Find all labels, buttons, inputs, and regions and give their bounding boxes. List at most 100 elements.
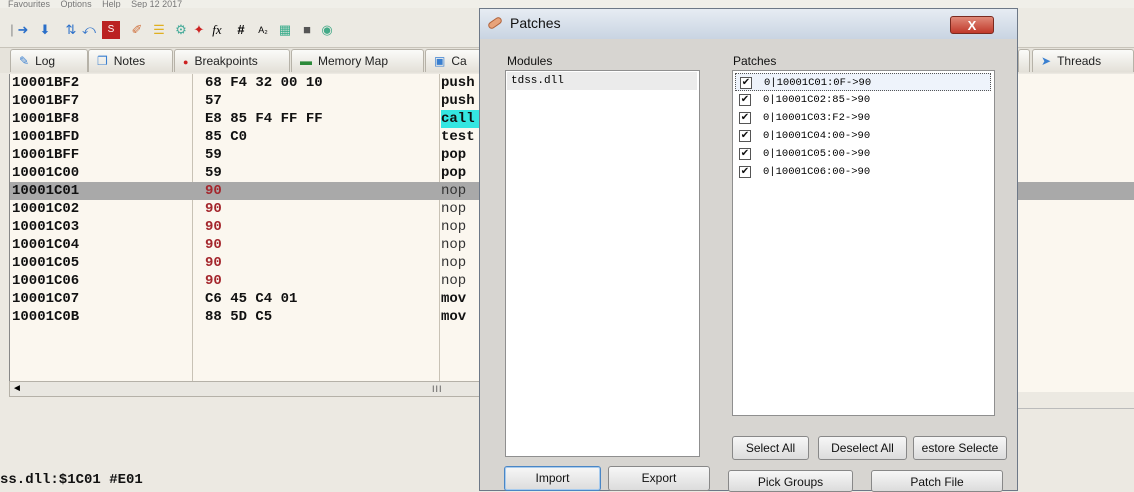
address-cell: 10001C04	[12, 237, 80, 253]
patch-label: 0|10001C05:00->90	[763, 148, 871, 160]
hash-icon[interactable]: #	[232, 21, 250, 39]
bytes-cell: 59	[205, 165, 222, 181]
menu-favourites[interactable]: Favourites	[8, 0, 50, 8]
bytes-cell: 90	[205, 183, 222, 199]
patch-checkbox[interactable]: ✔	[739, 94, 751, 106]
address-cell: 10001C00	[12, 165, 80, 181]
address-cell: 10001C03	[12, 219, 80, 235]
label-icon[interactable]: ⚙	[172, 21, 190, 39]
tab-notes[interactable]: ❐ Notes	[88, 49, 173, 72]
notes-icon: ❐	[97, 54, 108, 68]
address-cell: 10001C07	[12, 291, 80, 307]
address-cell: 10001C06	[12, 273, 80, 289]
patch-label: 0|10001C06:00->90	[763, 166, 871, 178]
font-icon[interactable]: A₂	[254, 21, 272, 39]
horizontal-scrollbar[interactable]: ◄ III	[9, 381, 484, 397]
panel-divider	[1018, 392, 1134, 409]
run-to-user-icon[interactable]: ⇅	[62, 21, 80, 39]
pick-groups-button[interactable]: Pick Groups	[728, 470, 853, 492]
bytes-cell: 88 5D C5	[205, 309, 273, 325]
menu-options[interactable]: Options	[61, 0, 92, 8]
patch-item[interactable]: ✔ 0|10001C06:00->90	[735, 163, 991, 181]
tab-log-label: Log	[35, 54, 56, 68]
tab-hidden[interactable]	[1018, 49, 1030, 72]
patch-label: 0|10001C02:85->90	[763, 94, 871, 106]
patch-checkbox[interactable]: ✔	[739, 112, 751, 124]
menu-bar: Favourites Options Help Sep 12 2017	[0, 0, 1134, 8]
patch-icon[interactable]: ✐	[128, 21, 146, 39]
bytes-cell: 57	[205, 93, 222, 109]
patch-file-button[interactable]: Patch File	[871, 470, 1003, 492]
tab-breakpoints-label: Breakpoints	[194, 54, 258, 68]
address-cell: 10001BF8	[12, 111, 80, 127]
patch-icon	[488, 17, 502, 29]
scroll-left-arrow-icon[interactable]: ◄	[12, 382, 22, 396]
address-cell: 10001BFD	[12, 129, 80, 145]
trace-icon[interactable]: S	[102, 21, 120, 39]
bytes-cell: 90	[205, 201, 222, 217]
comment-icon[interactable]: ☰	[150, 21, 168, 39]
tab-memory-map[interactable]: ▬ Memory Map	[291, 49, 424, 72]
build-date: Sep 12 2017	[131, 0, 183, 8]
menu-help[interactable]: Help	[102, 0, 121, 8]
modules-list[interactable]: tdss.dll	[505, 70, 700, 457]
patch-checkbox[interactable]: ✔	[739, 130, 751, 142]
settings-icon[interactable]: ◉	[318, 21, 336, 39]
patch-item[interactable]: ✔ 0|10001C03:F2->90	[735, 109, 991, 127]
calculator-icon[interactable]: ■	[298, 21, 316, 39]
bytes-cell: E8 85 F4 FF FF	[205, 111, 323, 127]
bytes-cell: 59	[205, 147, 222, 163]
bookmark-icon[interactable]: ✦	[190, 21, 208, 39]
select-all-button[interactable]: Select All	[732, 436, 809, 460]
import-button[interactable]: Import	[504, 466, 601, 491]
restore-selected-button[interactable]: estore Selecte	[913, 436, 1007, 460]
dialog-titlebar[interactable]: Patches X	[480, 9, 1017, 39]
deselect-all-button[interactable]: Deselect All	[818, 436, 907, 460]
arrow-right-icon[interactable]: ➜	[14, 21, 32, 39]
dialog-title: Patches	[510, 15, 561, 31]
patches-dialog: Patches X Modules tdss.dll Patches ✔ 0|10…	[479, 8, 1018, 492]
tab-notes-label: Notes	[113, 54, 146, 68]
tab-breakpoints[interactable]: ● Breakpoints	[174, 49, 290, 72]
bytes-cell: 85 C0	[205, 129, 248, 145]
threads-icon: ➤	[1041, 54, 1052, 68]
tab-call-stack[interactable]: ▣ Ca	[425, 49, 485, 72]
address-cell: 10001C05	[12, 255, 80, 271]
goto-icon[interactable]: ⤺	[80, 21, 98, 39]
bytes-cell: C6 45 C4 01	[205, 291, 298, 307]
modules-label: Modules	[507, 54, 553, 68]
breakpoint-dot-icon: ●	[183, 57, 189, 67]
patch-label: 0|10001C01:0F->90	[764, 77, 872, 89]
patch-label: 0|10001C04:00->90	[763, 130, 871, 142]
module-item[interactable]: tdss.dll	[507, 72, 697, 90]
patches-label: Patches	[733, 54, 777, 68]
patch-item[interactable]: ✔ 0|10001C02:85->90	[735, 91, 991, 109]
bytes-cell: 68 F4 32 00 10	[205, 75, 323, 91]
highlight-icon[interactable]: ▦	[276, 21, 294, 39]
address-cell: 10001C01	[12, 183, 80, 199]
address-cell: 10001BF2	[12, 75, 80, 91]
patch-checkbox[interactable]: ✔	[739, 148, 751, 160]
memory-map-icon: ▬	[300, 54, 312, 68]
function-icon[interactable]: fx	[208, 21, 226, 39]
patch-checkbox[interactable]: ✔	[739, 166, 751, 178]
export-button[interactable]: Export	[608, 466, 710, 491]
address-cell: 10001BF7	[12, 93, 80, 109]
patch-label: 0|10001C03:F2->90	[763, 112, 871, 124]
tab-log[interactable]: ✎ Log	[10, 49, 88, 72]
bytes-cell: 90	[205, 255, 222, 271]
tab-memory-map-label: Memory Map	[318, 54, 389, 68]
arrow-down-icon[interactable]: ⬇	[36, 21, 54, 39]
patch-item[interactable]: ✔ 0|10001C05:00->90	[735, 145, 991, 163]
patch-item[interactable]: ✔ 0|10001C04:00->90	[735, 127, 991, 145]
tab-call-stack-label: Ca	[451, 54, 467, 68]
log-icon: ✎	[19, 54, 30, 68]
call-stack-icon: ▣	[434, 54, 446, 68]
tab-threads-label: Threads	[1057, 54, 1102, 68]
close-button[interactable]: X	[950, 16, 994, 34]
address-cell: 10001C0B	[12, 309, 80, 325]
tab-threads[interactable]: ➤ Threads	[1032, 49, 1134, 72]
patches-list[interactable]: ✔ 0|10001C01:0F->90 ✔ 0|10001C02:85->90 ✔ 0|1…	[732, 70, 995, 416]
patch-item[interactable]: ✔ 0|10001C01:0F->90	[735, 73, 991, 91]
patch-checkbox[interactable]: ✔	[740, 77, 752, 89]
